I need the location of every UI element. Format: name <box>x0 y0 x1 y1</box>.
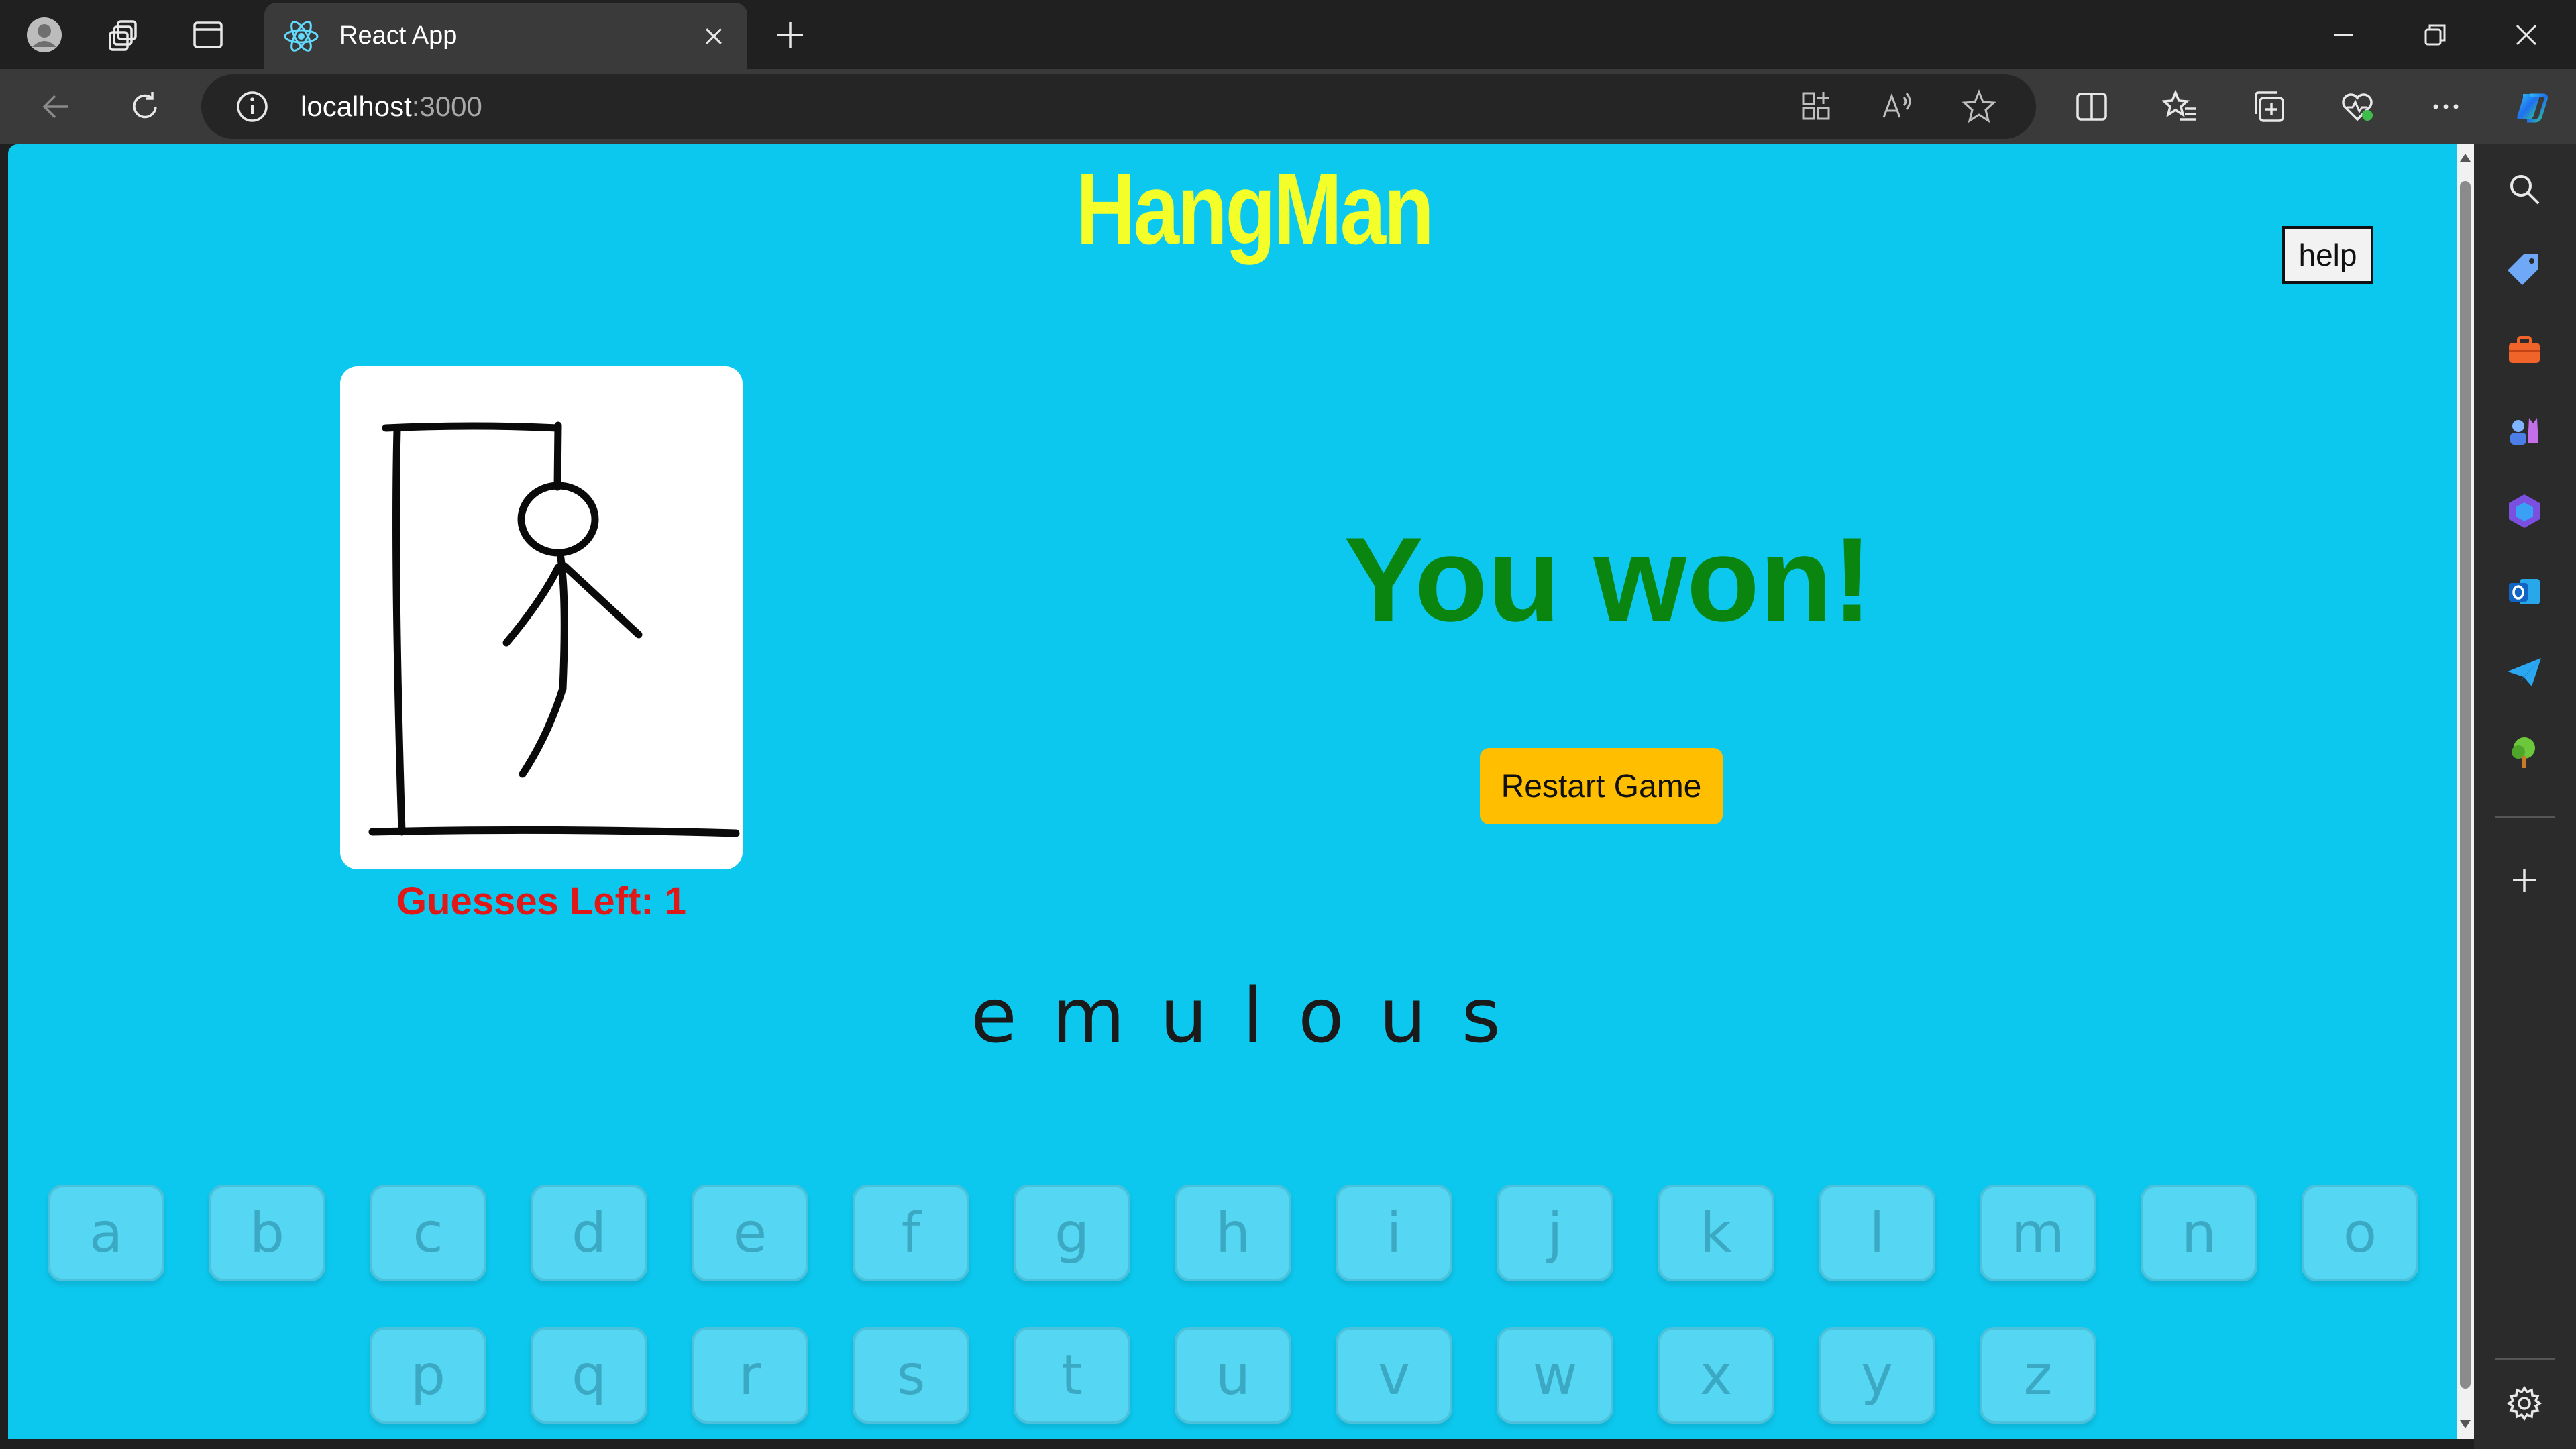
edge-sidebar <box>2474 144 2576 1449</box>
tab-title: React App <box>339 21 458 50</box>
letter-key-q[interactable]: q <box>531 1327 647 1424</box>
sidebar-divider <box>2496 816 2555 818</box>
restore-button[interactable] <box>2390 0 2481 69</box>
browser-tab[interactable]: React App <box>264 3 747 69</box>
letter-key-i[interactable]: i <box>1336 1185 1452 1281</box>
letter-key-v[interactable]: v <box>1336 1327 1452 1424</box>
vertical-scrollbar[interactable] <box>2457 144 2474 1439</box>
word-letter: o <box>1298 973 1344 1060</box>
tree-icon[interactable] <box>2501 729 2548 776</box>
browser-essentials-icon[interactable] <box>2333 83 2381 131</box>
body <box>556 550 568 692</box>
more-options-icon[interactable] <box>2422 83 2470 131</box>
letter-key-l[interactable]: l <box>1819 1185 1935 1281</box>
react-logo-icon <box>284 20 319 52</box>
letter-key-f[interactable]: f <box>853 1185 969 1281</box>
head <box>517 482 599 557</box>
letter-key-k[interactable]: k <box>1658 1185 1774 1281</box>
letter-key-s[interactable]: s <box>853 1327 969 1424</box>
back-button[interactable] <box>31 81 82 132</box>
guesses-left-text: Guesses Left: 1 <box>396 879 686 923</box>
letter-key-e[interactable]: e <box>692 1185 808 1281</box>
letter-key-o[interactable]: o <box>2302 1185 2418 1281</box>
url-text[interactable]: localhost:3000 <box>301 91 482 123</box>
favorite-star-icon[interactable] <box>1960 88 1998 125</box>
collections-icon[interactable] <box>2245 83 2293 131</box>
site-info-icon[interactable] <box>235 89 270 124</box>
search-icon[interactable] <box>2501 166 2548 213</box>
sidebar-divider <box>2496 1358 2555 1360</box>
address-bar[interactable]: localhost:3000 <box>201 74 2036 139</box>
left-leg <box>519 684 567 778</box>
word-letter: e <box>971 973 1017 1060</box>
gallows-base <box>368 826 740 837</box>
word-letter: u <box>1160 973 1208 1060</box>
gallows-pole <box>392 426 406 836</box>
scroll-down-icon[interactable] <box>2460 1420 2471 1428</box>
new-tab-button[interactable] <box>765 9 816 60</box>
restart-game-button[interactable]: Restart Game <box>1480 748 1723 824</box>
read-aloud-icon[interactable] <box>1878 88 1916 125</box>
letter-key-u[interactable]: u <box>1175 1327 1291 1424</box>
letter-key-z[interactable]: z <box>1980 1327 2096 1424</box>
add-icon[interactable] <box>2501 857 2548 904</box>
rope <box>553 421 562 491</box>
hangman-drawing <box>340 366 743 869</box>
letter-key-y[interactable]: y <box>1819 1327 1935 1424</box>
vertical-tabs-icon[interactable] <box>181 8 235 62</box>
letter-key-t[interactable]: t <box>1014 1327 1130 1424</box>
close-window-button[interactable] <box>2481 0 2572 69</box>
copilot-icon[interactable] <box>2508 83 2556 131</box>
toolbox-icon[interactable] <box>2501 327 2548 374</box>
browser-titlebar: React App <box>0 0 2576 69</box>
word-letter: m <box>1051 973 1126 1060</box>
letter-key-g[interactable]: g <box>1014 1185 1130 1281</box>
letter-key-r[interactable]: r <box>692 1327 808 1424</box>
copilot-designer-icon[interactable] <box>2501 488 2548 535</box>
scroll-up-icon[interactable] <box>2460 154 2471 162</box>
gallows-beam <box>382 422 562 432</box>
letter-key-j[interactable]: j <box>1497 1185 1613 1281</box>
word-letter: l <box>1242 973 1264 1060</box>
favorites-list-icon[interactable] <box>2156 83 2204 131</box>
letter-key-b[interactable]: b <box>209 1185 325 1281</box>
tag-icon[interactable] <box>2501 246 2548 293</box>
games-icon[interactable] <box>2501 407 2548 454</box>
page-viewport: HangMan help Guesses Left: 1 You won! Re… <box>8 144 2457 1439</box>
refresh-button[interactable] <box>119 81 170 132</box>
settings-icon[interactable] <box>2501 1380 2548 1427</box>
browser-toolbar: localhost:3000 <box>0 69 2576 144</box>
right-arm <box>561 562 643 639</box>
left-arm <box>502 564 562 647</box>
send-icon[interactable] <box>2501 649 2548 696</box>
letter-key-h[interactable]: h <box>1175 1185 1291 1281</box>
minimize-button[interactable] <box>2298 0 2390 69</box>
split-screen-icon[interactable] <box>2068 83 2116 131</box>
profile-avatar-icon[interactable] <box>17 8 71 62</box>
result-message: You won! <box>1344 513 1872 646</box>
app-available-icon[interactable] <box>1798 88 1835 125</box>
help-button[interactable]: help <box>2282 226 2373 284</box>
workspaces-icon[interactable] <box>98 8 152 62</box>
letter-key-d[interactable]: d <box>531 1185 647 1281</box>
word-letter: s <box>1461 973 1501 1060</box>
letter-key-n[interactable]: n <box>2141 1185 2257 1281</box>
letter-key-w[interactable]: w <box>1497 1327 1613 1424</box>
letter-key-p[interactable]: p <box>370 1327 486 1424</box>
word-letter: u <box>1379 973 1427 1060</box>
guessed-word: emulous <box>900 973 1571 1060</box>
close-tab-icon[interactable] <box>696 19 731 54</box>
letter-key-x[interactable]: x <box>1658 1327 1774 1424</box>
letter-key-c[interactable]: c <box>370 1185 486 1281</box>
scroll-thumb[interactable] <box>2460 181 2471 1389</box>
game-title: HangMan <box>1076 152 1434 265</box>
letter-key-m[interactable]: m <box>1980 1185 2096 1281</box>
outlook-icon[interactable] <box>2501 568 2548 615</box>
letter-key-a[interactable]: a <box>48 1185 164 1281</box>
